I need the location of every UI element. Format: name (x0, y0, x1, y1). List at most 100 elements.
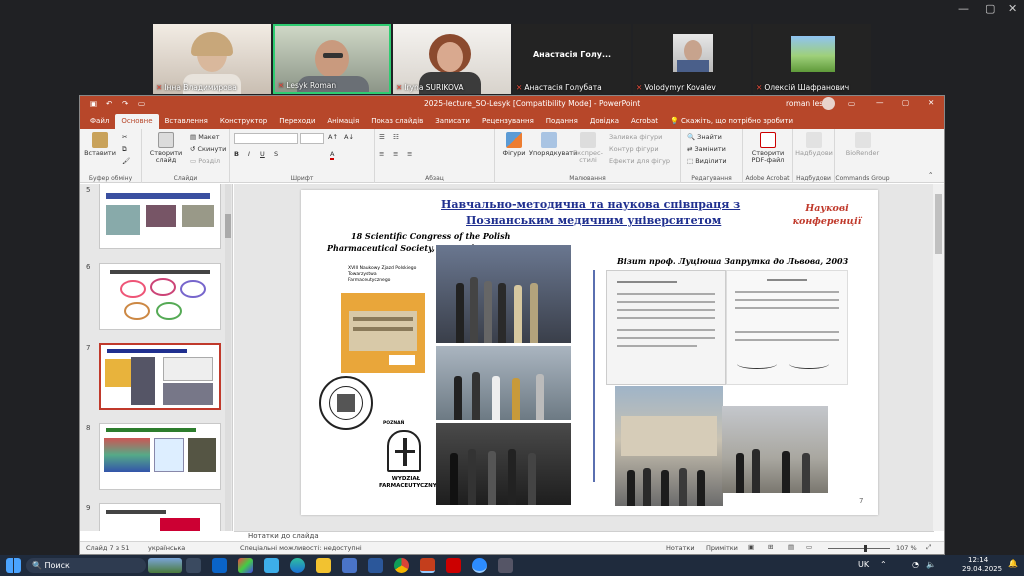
slide-thumbnail[interactable] (99, 423, 221, 490)
accessibility-status[interactable]: Спеціальні можливості: недоступні (240, 544, 362, 552)
outlook-icon[interactable] (212, 558, 227, 573)
slide-thumbnail[interactable] (99, 503, 221, 531)
tab-home[interactable]: Основне (115, 114, 159, 129)
tab-transitions[interactable]: Переходи (273, 114, 321, 129)
tab-review[interactable]: Рецензування (476, 114, 540, 129)
tell-me-box[interactable]: 💡 Скажіть, що потрібно зробити (664, 114, 799, 129)
files-icon[interactable] (264, 558, 279, 573)
biorender-button[interactable]: BioRender (838, 132, 887, 157)
addins-button[interactable]: Надбудови (795, 132, 833, 157)
participant-tile[interactable]: ✕ Олексій Шафранович (753, 24, 872, 94)
font-name-input[interactable] (234, 133, 298, 144)
taskbar-search[interactable]: 🔍 Поиск (26, 558, 146, 573)
align-right-icon[interactable]: ≡ (407, 150, 412, 158)
font-size-increase-icon[interactable]: A↑ (328, 133, 338, 141)
participant-tile[interactable]: Анастасія Голу... ✕ Анастасія Голубата (513, 24, 632, 94)
new-slide-button[interactable]: Створити слайд (146, 132, 186, 164)
collapse-ribbon-icon[interactable]: ⌃ (928, 171, 933, 179)
strikethrough-icon[interactable]: S (274, 150, 278, 158)
task-view-icon[interactable] (186, 558, 201, 573)
undo-icon[interactable]: ↶ (106, 99, 112, 108)
clock-date[interactable]: 29.04.2025 (962, 565, 1002, 573)
italic-icon[interactable]: I (248, 150, 250, 158)
save-icon[interactable]: ▣ (90, 99, 97, 108)
reset-button[interactable]: ↺ Скинути (190, 145, 226, 153)
extra-app-icon[interactable] (498, 558, 513, 573)
ribbon-display-icon[interactable]: ▭ (848, 99, 855, 108)
language-indicator[interactable]: UK (858, 560, 869, 569)
quick-styles-button[interactable]: Експрес-стилі (571, 132, 605, 164)
maximize-icon[interactable]: ▢ (902, 98, 909, 107)
maximize-icon[interactable]: ▢ (985, 2, 995, 15)
fit-slide-icon[interactable]: ⤢ (926, 543, 931, 552)
reading-view-icon[interactable]: ▤ (788, 543, 794, 551)
zoom-level[interactable]: 107 % (896, 544, 917, 552)
word-icon[interactable] (368, 558, 383, 573)
close-icon[interactable]: ✕ (928, 98, 934, 107)
zoom-slider[interactable] (828, 545, 890, 552)
replace-button[interactable]: ⇄ Замінити (687, 145, 726, 153)
comments-button[interactable]: Примітки (706, 544, 738, 552)
shape-fill-button[interactable]: Заливка фігури (609, 133, 662, 141)
participant-tile[interactable]: ✕ Інна Владимирова (153, 24, 271, 94)
tab-view[interactable]: Подання (540, 114, 584, 129)
wifi-icon[interactable]: ◔ (912, 560, 919, 569)
format-painter-icon[interactable]: 🖌 (122, 157, 130, 165)
font-size-input[interactable] (300, 133, 324, 144)
find-button[interactable]: 🔍 Знайти (687, 133, 722, 141)
layout-button[interactable]: ▤ Макет (190, 133, 220, 141)
volume-icon[interactable]: 🔈 (926, 560, 936, 569)
tab-slideshow[interactable]: Показ слайдів (365, 114, 429, 129)
store-icon[interactable] (342, 558, 357, 573)
participant-tile[interactable]: ✕ Volodymyr Kovalev (633, 24, 752, 94)
normal-view-icon[interactable]: ▣ (748, 543, 754, 551)
participant-tile[interactable]: ✕ Iryna SURIKOVA (393, 24, 512, 94)
language-status[interactable]: українська (148, 544, 185, 552)
section-button[interactable]: ▭ Розділ (190, 157, 220, 165)
notes-button[interactable]: Нотатки (666, 544, 695, 552)
shape-outline-button[interactable]: Контур фігури (609, 145, 659, 153)
slide-thumbnail[interactable] (99, 263, 221, 330)
align-left-icon[interactable]: ≡ (379, 150, 384, 158)
colorful-app-icon[interactable] (238, 558, 253, 573)
cut-icon[interactable]: ✂ (122, 133, 127, 141)
tab-file[interactable]: Файл (84, 114, 115, 129)
tab-record[interactable]: Записати (429, 114, 476, 129)
select-button[interactable]: ⬚ Виділити (687, 157, 727, 165)
pdf-reader-icon[interactable] (446, 558, 461, 573)
avatar[interactable] (822, 97, 835, 110)
notifications-icon[interactable]: 🔔 (1008, 559, 1018, 568)
tab-animations[interactable]: Анімація (321, 114, 365, 129)
arrange-button[interactable]: Упорядкувати (529, 132, 577, 157)
shape-effects-button[interactable]: Ефекти для фігур (609, 157, 670, 165)
clock-time[interactable]: 12:14 (968, 556, 988, 564)
slide-thumbnail-selected[interactable] (99, 343, 221, 410)
tray-chevron-icon[interactable]: ⌃ (880, 560, 887, 569)
redo-icon[interactable]: ↷ (122, 99, 128, 108)
bullets-icon[interactable]: ☰ (379, 133, 385, 141)
paste-button[interactable]: Вставити (84, 132, 116, 157)
slideshow-icon[interactable]: ▭ (138, 99, 145, 108)
edge-icon[interactable] (290, 558, 305, 573)
sorter-view-icon[interactable]: ⊞ (768, 543, 773, 551)
powerpoint-icon[interactable] (420, 558, 435, 573)
slideshow-view-icon[interactable]: ▭ (806, 543, 812, 551)
thumbnail-scrollbar[interactable] (225, 184, 231, 531)
slide[interactable]: Навчально-методична та наукова співпраця… (301, 190, 878, 515)
close-icon[interactable]: ✕ (1008, 2, 1017, 15)
copy-icon[interactable]: ⧉ (122, 145, 127, 154)
landscape-widget-icon[interactable] (148, 558, 182, 573)
numbering-icon[interactable]: ☷ (393, 133, 399, 141)
font-color-icon[interactable]: A (330, 150, 335, 160)
align-center-icon[interactable]: ≡ (393, 150, 398, 158)
shapes-button[interactable]: Фігури (499, 132, 529, 157)
tab-design[interactable]: Конструктор (214, 114, 273, 129)
minimize-icon[interactable]: — (958, 2, 969, 15)
bold-icon[interactable]: B (234, 150, 239, 158)
tab-acrobat[interactable]: Acrobat (625, 114, 664, 129)
slide-scrollbar[interactable] (933, 184, 944, 531)
zoom-app-icon[interactable] (472, 558, 487, 573)
tab-insert[interactable]: Вставлення (159, 114, 214, 129)
slide-thumbnail[interactable] (99, 184, 221, 249)
minimize-icon[interactable]: — (876, 98, 884, 107)
